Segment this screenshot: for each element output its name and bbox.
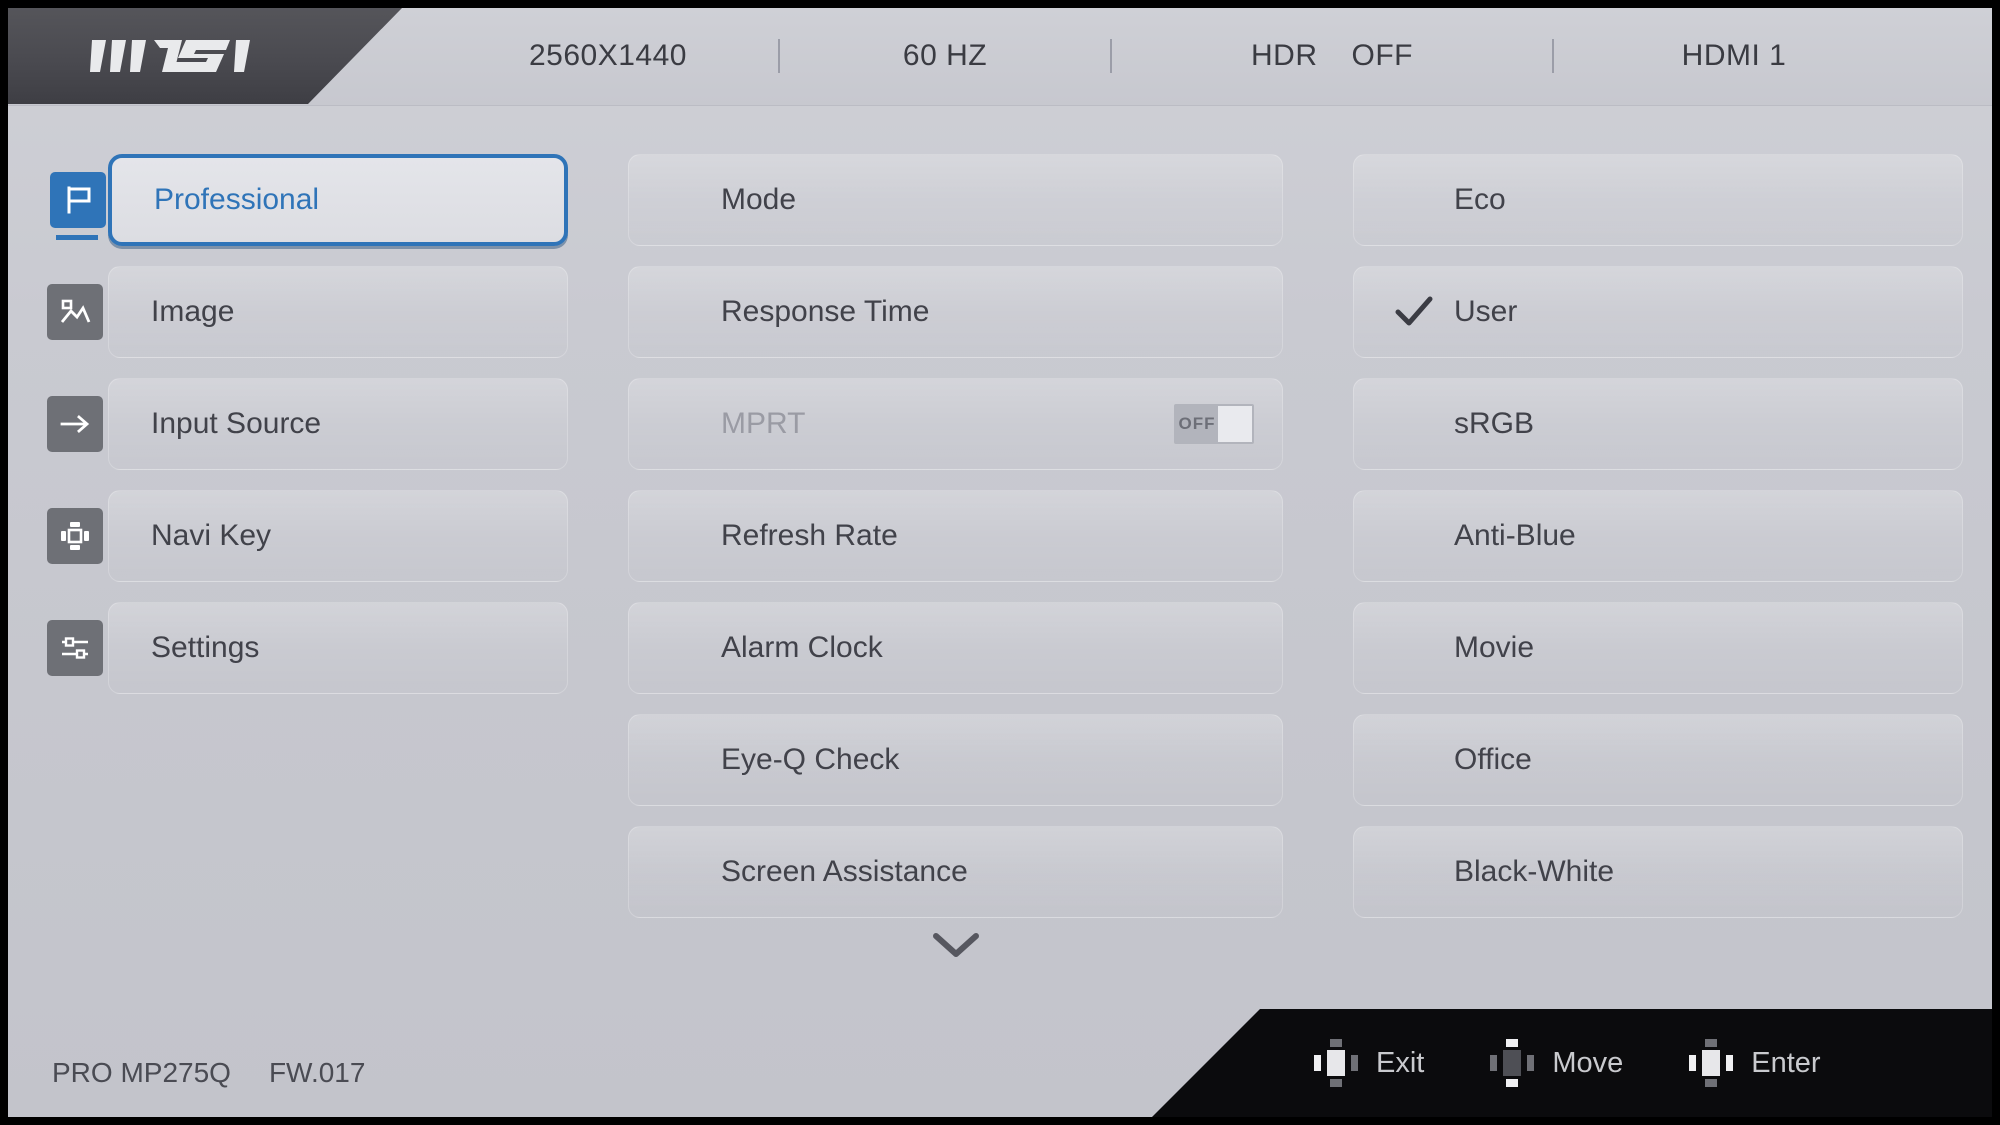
bezel-top	[0, 0, 2000, 8]
status-input-source: HDMI 1	[1554, 39, 1914, 73]
status-hdr: HDR OFF	[1112, 39, 1552, 73]
option-item-black-white[interactable]: Black-White	[1353, 826, 1963, 918]
status-resolution: 2560X1440	[438, 39, 778, 73]
chevron-down-icon[interactable]	[628, 930, 1283, 960]
flag-icon	[50, 172, 106, 240]
firmware-version: FW.017	[268, 1057, 366, 1088]
bezel-right	[1992, 0, 2000, 1125]
hint-label: Exit	[1376, 1046, 1425, 1079]
hint-label: Move	[1552, 1046, 1624, 1079]
msi-logo	[90, 36, 275, 76]
mprt-toggle-knob	[1218, 406, 1252, 442]
joystick-left-icon	[1312, 1037, 1360, 1089]
option-item-office[interactable]: Office	[1353, 714, 1963, 806]
option-item-eco[interactable]: Eco	[1353, 154, 1963, 246]
sidebar-item-label: Settings	[151, 631, 260, 664]
submenu-item-label: Eye-Q Check	[721, 743, 900, 776]
sidebar-item-input-source[interactable]: Input Source	[47, 378, 568, 470]
osd-panel: 2560X1440 60 HZ HDR OFF HDMI 1 Professio…	[8, 8, 1992, 1117]
hint-enter[interactable]: Enter	[1687, 1037, 1821, 1089]
option-item-label: Anti-Blue	[1454, 519, 1576, 552]
sidebar-item-label: Professional	[154, 183, 320, 216]
osd-header: 2560X1440 60 HZ HDR OFF HDMI 1	[8, 8, 1992, 106]
sidebar-item-label: Input Source	[151, 407, 322, 440]
sidebar-item-label: Navi Key	[151, 519, 272, 552]
option-item-label: sRGB	[1454, 407, 1535, 440]
submenu-item-mode[interactable]: Mode	[628, 154, 1283, 246]
option-item-label: User	[1454, 295, 1518, 328]
sliders-icon	[47, 620, 103, 676]
submenu-item-label: Mode	[721, 183, 797, 216]
option-item-label: Office	[1454, 743, 1532, 776]
msi-logo-banner	[8, 8, 402, 104]
status-refresh-rate: 60 HZ	[780, 39, 1110, 73]
option-item-label: Black-White	[1454, 855, 1615, 888]
option-item-movie[interactable]: Movie	[1353, 602, 1963, 694]
status-bar: 2560X1440 60 HZ HDR OFF HDMI 1	[438, 8, 1962, 104]
option-item-srgb[interactable]: sRGB	[1353, 378, 1963, 470]
option-item-anti-blue[interactable]: Anti-Blue	[1353, 490, 1963, 582]
submenu-item-label: Screen Assistance	[721, 855, 968, 888]
options-list: Eco User sRGB Anti-Blue Movie Office Bla…	[1353, 154, 1963, 938]
submenu-item-label: Response Time	[721, 295, 930, 328]
option-item-label: Movie	[1454, 631, 1535, 664]
arrow-right-icon	[47, 396, 103, 452]
navigation-hint-bar: Exit Move Enter	[1152, 1009, 1992, 1117]
submenu-item-label: Alarm Clock	[721, 631, 883, 664]
sidebar-item-navi-key[interactable]: Navi Key	[47, 490, 568, 582]
mprt-toggle[interactable]: OFF	[1174, 404, 1254, 444]
submenu-item-response-time[interactable]: Response Time	[628, 266, 1283, 358]
sidebar-menu: Professional Image Input Source Navi Key…	[47, 154, 568, 714]
mprt-toggle-label: OFF	[1176, 406, 1218, 442]
joystick-press-icon	[1687, 1037, 1735, 1089]
hdr-value: OFF	[1351, 39, 1413, 72]
monitor-osd-screen: 2560X1440 60 HZ HDR OFF HDMI 1 Professio…	[0, 0, 2000, 1125]
sidebar-item-settings[interactable]: Settings	[47, 602, 568, 694]
picture-icon	[47, 284, 103, 340]
option-item-user[interactable]: User	[1353, 266, 1963, 358]
hint-label: Enter	[1751, 1046, 1821, 1079]
submenu-item-alarm-clock[interactable]: Alarm Clock	[628, 602, 1283, 694]
submenu-item-label: Refresh Rate	[721, 519, 898, 552]
sidebar-item-professional[interactable]: Professional	[50, 154, 568, 246]
input-source-value: HDMI 1	[1681, 39, 1787, 72]
check-icon	[1392, 290, 1436, 334]
refresh-rate-value: 60 HZ	[902, 39, 988, 72]
submenu-list: Mode Response Time MPRT OFF Refresh Rate	[628, 154, 1283, 938]
submenu-item-eye-q-check[interactable]: Eye-Q Check	[628, 714, 1283, 806]
osd-body: Professional Image Input Source Navi Key…	[8, 106, 1992, 1117]
model-name: PRO MP275Q	[52, 1057, 231, 1088]
hdr-label: HDR	[1251, 39, 1318, 72]
option-item-label: Eco	[1454, 183, 1506, 216]
sidebar-item-label: Image	[151, 295, 235, 328]
joystick-updown-icon	[1488, 1037, 1536, 1089]
submenu-item-mprt[interactable]: MPRT OFF	[628, 378, 1283, 470]
model-info: PRO MP275Q FW.017	[52, 1057, 365, 1089]
bezel-bottom	[0, 1117, 2000, 1125]
dpad-icon	[47, 508, 103, 564]
submenu-item-screen-assistance[interactable]: Screen Assistance	[628, 826, 1283, 918]
hint-move[interactable]: Move	[1488, 1037, 1623, 1089]
resolution-value: 2560X1440	[529, 39, 687, 72]
submenu-item-refresh-rate[interactable]: Refresh Rate	[628, 490, 1283, 582]
sidebar-item-image[interactable]: Image	[47, 266, 568, 358]
bezel-left	[0, 0, 8, 1125]
submenu-item-label: MPRT	[721, 407, 806, 440]
hint-exit[interactable]: Exit	[1312, 1037, 1424, 1089]
